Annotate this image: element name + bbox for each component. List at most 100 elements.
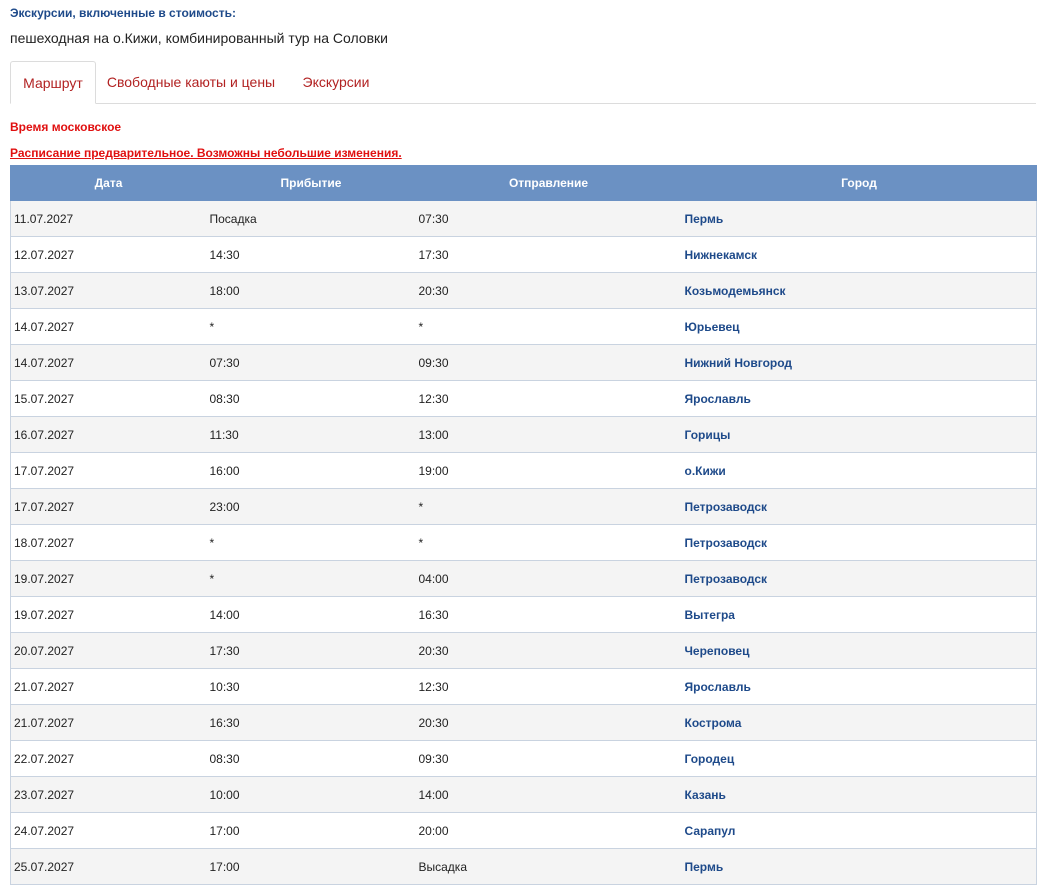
table-row: 19.07.2027 * 04:00 Петрозаводск — [10, 560, 1037, 597]
cell-city[interactable]: Городец — [681, 740, 1037, 777]
cell-date: 24.07.2027 — [10, 812, 207, 849]
cell-date: 16.07.2027 — [10, 416, 207, 453]
table-row: 25.07.2027 17:00 Высадка Пермь — [10, 848, 1037, 885]
cell-arrival: 14:00 — [206, 596, 416, 633]
table-row: 18.07.2027 * * Петрозаводск — [10, 524, 1037, 561]
header-arrival: Прибытие — [206, 165, 416, 201]
table-row: 23.07.2027 10:00 14:00 Казань — [10, 776, 1037, 813]
cell-date: 14.07.2027 — [10, 344, 207, 381]
cell-date: 14.07.2027 — [10, 308, 207, 345]
table-row: 12.07.2027 14:30 17:30 Нижнекамск — [10, 236, 1037, 273]
table-row: 22.07.2027 08:30 09:30 Городец — [10, 740, 1037, 777]
cell-date: 19.07.2027 — [10, 560, 207, 597]
cell-departure: 04:00 — [415, 560, 682, 597]
cell-arrival: * — [206, 524, 416, 561]
cell-departure: 14:00 — [415, 776, 682, 813]
cell-date: 23.07.2027 — [10, 776, 207, 813]
table-row: 14.07.2027 07:30 09:30 Нижний Новгород — [10, 344, 1037, 381]
table-row: 17.07.2027 23:00 * Петрозаводск — [10, 488, 1037, 525]
table-row: 13.07.2027 18:00 20:30 Козьмодемьянск — [10, 272, 1037, 309]
cell-city[interactable]: Череповец — [681, 632, 1037, 669]
cell-city[interactable]: Пермь — [681, 848, 1037, 885]
cell-arrival: * — [206, 560, 416, 597]
cell-departure: 13:00 — [415, 416, 682, 453]
header-city: Город — [681, 165, 1037, 201]
cell-city[interactable]: Козьмодемьянск — [681, 272, 1037, 309]
cell-departure: 12:30 — [415, 380, 682, 417]
cell-departure: 09:30 — [415, 344, 682, 381]
cell-date: 13.07.2027 — [10, 272, 207, 309]
cell-arrival: * — [206, 308, 416, 345]
cell-arrival: 11:30 — [206, 416, 416, 453]
cell-city[interactable]: Вытегра — [681, 596, 1037, 633]
cell-departure: 07:30 — [415, 200, 682, 237]
cell-departure: 16:30 — [415, 596, 682, 633]
excursions-title: Экскурсии, включенные в стоимость: — [10, 6, 236, 20]
cell-city[interactable]: Пермь — [681, 200, 1037, 237]
schedule-table: Дата Прибытие Отправление Город 11.07.20… — [10, 165, 1037, 885]
cell-date: 25.07.2027 — [10, 848, 207, 885]
cell-arrival: 08:30 — [206, 380, 416, 417]
cell-arrival: 08:30 — [206, 740, 416, 777]
cell-arrival: Посадка — [206, 200, 416, 237]
table-header-row: Дата Прибытие Отправление Город — [10, 165, 1037, 201]
cell-arrival: 16:00 — [206, 452, 416, 489]
table-row: 14.07.2027 * * Юрьевец — [10, 308, 1037, 345]
cell-departure: * — [415, 524, 682, 561]
cell-city[interactable]: Ярославль — [681, 668, 1037, 705]
cell-departure: 09:30 — [415, 740, 682, 777]
cell-arrival: 17:00 — [206, 812, 416, 849]
tab-route[interactable]: Маршрут — [10, 61, 96, 104]
cell-date: 17.07.2027 — [10, 488, 207, 525]
table-row: 20.07.2027 17:30 20:30 Череповец — [10, 632, 1037, 669]
cell-date: 19.07.2027 — [10, 596, 207, 633]
table-row: 17.07.2027 16:00 19:00 о.Кижи — [10, 452, 1037, 489]
cell-arrival: 17:30 — [206, 632, 416, 669]
cell-city[interactable]: Нижний Новгород — [681, 344, 1037, 381]
cell-arrival: 14:30 — [206, 236, 416, 273]
cell-city[interactable]: Горицы — [681, 416, 1037, 453]
cell-city[interactable]: о.Кижи — [681, 452, 1037, 489]
cell-city[interactable]: Кострома — [681, 704, 1037, 741]
cell-date: 21.07.2027 — [10, 668, 207, 705]
cell-city[interactable]: Нижнекамск — [681, 236, 1037, 273]
table-row: 19.07.2027 14:00 16:30 Вытегра — [10, 596, 1037, 633]
cell-city[interactable]: Сарапул — [681, 812, 1037, 849]
schedule-body: 11.07.2027 Посадка 07:30 Пермь 12.07.2027 14:… — [10, 200, 1037, 885]
cell-arrival: 07:30 — [206, 344, 416, 381]
tab-excursions[interactable]: Экскурсии — [286, 61, 386, 103]
cell-departure: 19:00 — [415, 452, 682, 489]
cell-date: 12.07.2027 — [10, 236, 207, 273]
cell-date: 22.07.2027 — [10, 740, 207, 777]
cell-date: 18.07.2027 — [10, 524, 207, 561]
cell-arrival: 16:30 — [206, 704, 416, 741]
cell-city[interactable]: Казань — [681, 776, 1037, 813]
cell-departure: 20:00 — [415, 812, 682, 849]
cell-departure: 20:30 — [415, 272, 682, 309]
timezone-note: Время московское — [10, 120, 122, 134]
cell-city[interactable]: Петрозаводск — [681, 524, 1037, 561]
cell-arrival: 10:00 — [206, 776, 416, 813]
cell-departure: * — [415, 488, 682, 525]
cell-city[interactable]: Юрьевец — [681, 308, 1037, 345]
cell-city[interactable]: Петрозаводск — [681, 560, 1037, 597]
cell-arrival: 18:00 — [206, 272, 416, 309]
cell-arrival: 23:00 — [206, 488, 416, 525]
tab-cabins-prices[interactable]: Свободные каюты и цены — [96, 61, 286, 103]
table-row: 24.07.2027 17:00 20:00 Сарапул — [10, 812, 1037, 849]
cell-city[interactable]: Петрозаводск — [681, 488, 1037, 525]
cell-arrival: 17:00 — [206, 848, 416, 885]
cell-date: 20.07.2027 — [10, 632, 207, 669]
header-departure: Отправление — [415, 165, 682, 201]
tab-bar: Маршрут Свободные каюты и цены Экскурсии — [10, 61, 1036, 104]
table-row: 16.07.2027 11:30 13:00 Горицы — [10, 416, 1037, 453]
cell-date: 15.07.2027 — [10, 380, 207, 417]
cell-departure: 17:30 — [415, 236, 682, 273]
cell-date: 11.07.2027 — [10, 200, 207, 237]
table-row: 15.07.2027 08:30 12:30 Ярославль — [10, 380, 1037, 417]
header-date: Дата — [10, 165, 207, 201]
cell-city[interactable]: Ярославль — [681, 380, 1037, 417]
cell-arrival: 10:30 — [206, 668, 416, 705]
cell-departure: 20:30 — [415, 632, 682, 669]
cell-date: 21.07.2027 — [10, 704, 207, 741]
